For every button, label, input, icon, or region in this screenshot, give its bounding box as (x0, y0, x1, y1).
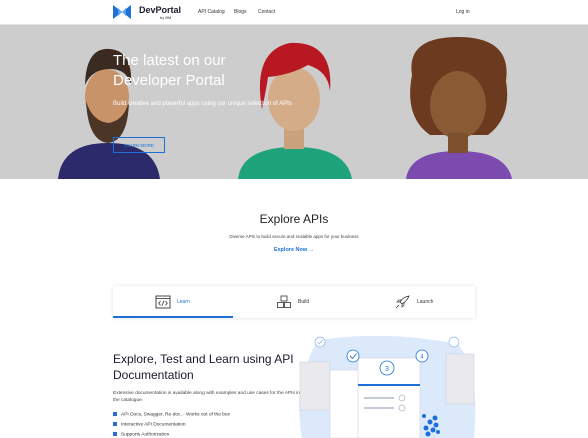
section-title: Explore, Test and Learn using API Docume… (113, 352, 294, 382)
feature-text: Supports Authorization (121, 432, 170, 438)
rocket-icon (395, 295, 410, 309)
feature-item: API Docs, Swagger, Re-doc, - Works out o… (113, 412, 230, 417)
top-navbar: DevPortal by BM API Catalog Blogs Contac… (0, 0, 588, 25)
hero-subtitle: Build creative and powerful apps using o… (113, 101, 292, 107)
code-window-icon (155, 295, 171, 309)
explore-apis-subtitle: Diverse APIs to build secure and scalabl… (229, 234, 359, 239)
api-docs-illustration: 3 4 (299, 335, 476, 438)
brand-subtitle: by BM (160, 15, 172, 20)
tab-learn[interactable]: Learn (113, 286, 233, 318)
feature-text: API Docs, Swagger, Re-doc, - Works out o… (121, 412, 230, 418)
tab-build[interactable]: Build (234, 286, 354, 318)
nav-link-blogs[interactable]: Blogs (234, 9, 247, 15)
tab-launch[interactable]: Launch (355, 286, 475, 318)
tab-label-launch: Launch (417, 299, 434, 305)
nav-link-api-catalog[interactable]: API Catalog (198, 9, 225, 15)
tab-label-learn: Learn (177, 299, 190, 305)
feature-text: Interactive API Documentation (121, 422, 186, 428)
learn-more-button[interactable]: LEARN MORE (113, 137, 165, 153)
cubes-icon (277, 295, 291, 308)
brand-name[interactable]: DevPortal (139, 5, 181, 15)
feature-tabs: Learn Build Launch (113, 286, 475, 318)
devportal-logo-icon[interactable] (113, 4, 131, 20)
active-tab-indicator (113, 316, 233, 318)
feature-item: Interactive API Documentation (113, 422, 186, 427)
bullet-icon (113, 432, 117, 436)
explore-apis-title: Explore APIs (259, 212, 329, 226)
tab-label-build: Build (298, 299, 310, 305)
nav-link-contact[interactable]: Contact (258, 9, 275, 15)
section-description: Extensive documentation is available alo… (113, 391, 300, 403)
hero-title: The latest on our Developer Portal (113, 52, 226, 89)
bullet-icon (113, 422, 117, 426)
step-three-label: 3 (385, 366, 389, 373)
explore-now-link[interactable]: Explore Now → (0, 247, 588, 253)
feature-item: Supports Authorization (113, 432, 169, 437)
hero-banner: The latest on our Developer Portal Build… (0, 25, 588, 179)
bullet-icon (113, 412, 117, 416)
hero-people-illustration (0, 25, 588, 179)
login-link[interactable]: Log in (456, 9, 470, 15)
